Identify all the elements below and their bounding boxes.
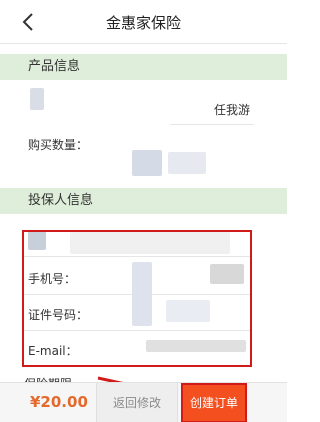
page-title: 金惠家保险 — [105, 14, 181, 32]
blurred-field — [168, 152, 206, 174]
back-edit-button[interactable]: 返回修改 — [96, 383, 178, 422]
highlight-box — [22, 230, 252, 367]
bottom-bar: ¥20.00 返回修改 创建订单 — [0, 382, 287, 422]
blurred-field — [132, 150, 162, 176]
app-header: 金惠家保险 — [0, 0, 287, 44]
total-price: ¥20.00 — [30, 393, 88, 411]
section-insured-info: 投保人信息 — [0, 188, 287, 214]
section-product-info: 产品信息 — [0, 54, 287, 80]
quantity-label: 购买数量： — [28, 138, 89, 152]
plan-value: 任我游 — [214, 103, 251, 117]
blurred-field — [30, 88, 44, 110]
create-order-button[interactable]: 创建订单 — [181, 383, 247, 422]
divider — [170, 124, 254, 125]
